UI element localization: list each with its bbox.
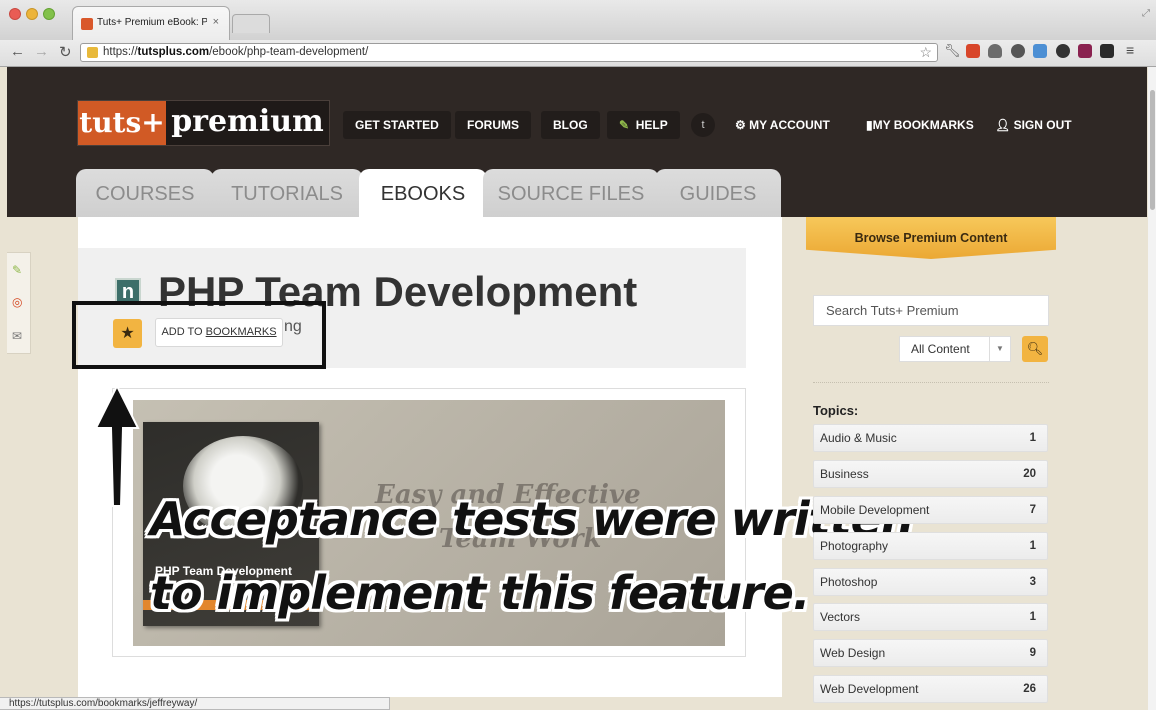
browser-titlebar: Tuts+ Premium eBook: PHP × ⤢	[0, 0, 1156, 41]
tab-close-icon[interactable]: ×	[213, 16, 219, 28]
browser-toolbar: ← → ↻ https://tutsplus.com/ebook/php-tea…	[0, 40, 1156, 67]
topic-label: Vectors	[820, 610, 861, 624]
topics-heading: Topics:	[813, 403, 859, 418]
tab-tutorials[interactable]: TUTORIALS	[211, 169, 363, 217]
back-icon[interactable]: ←	[10, 43, 25, 60]
topic-count: 3	[1029, 576, 1036, 588]
wrench-icon[interactable]: 🔧︎	[944, 43, 961, 58]
scrollbar-thumb[interactable]	[1150, 90, 1155, 210]
extension-s-icon[interactable]	[1100, 44, 1114, 58]
fullscreen-icon[interactable]: ⤢	[1142, 8, 1150, 19]
extension-gear-icon[interactable]	[1011, 44, 1025, 58]
tab-source-files[interactable]: SOURCE FILES	[483, 169, 659, 217]
nav-help-label: HELP	[635, 118, 668, 132]
main-content: n PHP Team Development ★ ADD TO BOOKMARK…	[78, 217, 782, 697]
pocket-icon[interactable]	[988, 44, 1002, 58]
site-logo[interactable]: tuts+ premium	[77, 100, 330, 146]
topic-label: Photoshop	[820, 575, 878, 589]
extension-circle-icon[interactable]	[1056, 44, 1070, 58]
menu-icon[interactable]: ≡	[1126, 42, 1140, 58]
topic-count: 9	[1029, 647, 1036, 659]
user-icon: 👤︎	[995, 118, 1011, 132]
topic-count: 7	[1029, 504, 1036, 516]
search-input[interactable]: Search Tuts+ Premium	[813, 295, 1049, 326]
topic-photoshop[interactable]: Photoshop 3	[813, 568, 1048, 596]
topic-count: 1	[1029, 540, 1036, 552]
topic-label: Photography	[820, 539, 889, 553]
topic-web-design[interactable]: Web Design 9	[813, 639, 1048, 667]
nav-my-bookmarks[interactable]: ▮MY BOOKMARKS	[866, 111, 974, 139]
topic-web-development[interactable]: Web Development 26	[813, 675, 1048, 703]
topic-vectors[interactable]: Vectors 1	[813, 603, 1048, 631]
logo-premium: premium	[166, 101, 329, 145]
extension-k-icon[interactable]	[966, 44, 980, 58]
twitter-icon[interactable]: t	[691, 113, 715, 137]
tab-courses[interactable]: COURSES	[76, 169, 214, 217]
lifebuoy-icon[interactable]: ◎	[12, 295, 22, 309]
browse-premium-button[interactable]: Browse Premium Content	[806, 217, 1056, 259]
bookmark-star-icon[interactable]: ☆	[919, 44, 932, 61]
annotation-caption-line1: Acceptance tests were written	[150, 492, 914, 546]
nav-my-account-label: MY ACCOUNT	[749, 118, 830, 132]
search-icon: 🔍︎	[1026, 341, 1044, 356]
url-text: https://tutsplus.com/ebook/php-team-deve…	[103, 46, 369, 58]
nav-get-started[interactable]: GET STARTED	[343, 111, 451, 139]
window-minimize-button[interactable]	[26, 8, 38, 20]
leaf-icon[interactable]: ✎	[12, 263, 22, 277]
tuts-favicon-icon	[81, 18, 93, 30]
nav-blog[interactable]: BLOG	[541, 111, 600, 139]
nav-my-bookmarks-label: MY BOOKMARKS	[872, 118, 974, 132]
topic-audio-music[interactable]: Audio & Music 1	[813, 424, 1048, 452]
bookmark-icon: ▮	[866, 118, 873, 132]
screen-capture-icon[interactable]	[1033, 44, 1047, 58]
window-zoom-button[interactable]	[43, 8, 55, 20]
status-bar-url: https://tutsplus.com/bookmarks/jeffreywa…	[0, 697, 390, 710]
nav-help[interactable]: ✎ HELP	[607, 111, 680, 139]
chevron-down-icon: ▼	[989, 337, 1010, 361]
content-filter-value: All Content	[911, 342, 970, 356]
reload-icon[interactable]: ↻	[59, 43, 72, 61]
megaphone-icon[interactable]: ✉	[12, 329, 22, 343]
extension-red-icon[interactable]	[1078, 44, 1092, 58]
topic-label: Mobile Development	[820, 503, 930, 517]
nav-sign-out[interactable]: 👤︎ SIGN OUT	[995, 111, 1072, 139]
topic-mobile-development[interactable]: Mobile Development 7	[813, 496, 1048, 524]
annotation-highlight-box	[72, 301, 326, 369]
window-close-button[interactable]	[9, 8, 21, 20]
topic-label: Web Development	[820, 682, 919, 696]
content-filter-select[interactable]: All Content ▼	[899, 336, 1011, 362]
lock-icon	[87, 47, 98, 58]
annotation-arrow-icon	[94, 384, 140, 507]
topic-count: 1	[1029, 432, 1036, 444]
logo-tuts: tuts+	[78, 101, 166, 145]
topic-count: 1	[1029, 611, 1036, 623]
nav-sign-out-label: SIGN OUT	[1013, 118, 1072, 132]
topic-label: Web Design	[820, 646, 886, 660]
topic-count: 26	[1023, 683, 1036, 695]
topic-label: Business	[820, 467, 869, 481]
site-header: tuts+ premium GET STARTED FORUMS BLOG ✎ …	[7, 67, 1147, 217]
topic-business[interactable]: Business 20	[813, 460, 1048, 488]
forward-icon[interactable]: →	[34, 43, 49, 60]
feedback-sidebar: ✎ ◎ ✉	[7, 252, 31, 354]
address-bar[interactable]: https://tutsplus.com/ebook/php-team-deve…	[80, 43, 938, 62]
leaf-icon: ✎	[619, 118, 630, 132]
search-button[interactable]: 🔍︎	[1022, 336, 1048, 362]
gear-icon: ⚙	[735, 118, 746, 132]
nav-forums[interactable]: FORUMS	[455, 111, 531, 139]
tab-ebooks[interactable]: EBOOKS	[359, 169, 487, 217]
tab-guides[interactable]: GUIDES	[655, 169, 781, 217]
topic-count: 20	[1023, 468, 1036, 480]
topic-label: Audio & Music	[820, 431, 897, 445]
sidebar-divider	[813, 382, 1049, 383]
browser-tab[interactable]: Tuts+ Premium eBook: PHP ×	[72, 6, 230, 40]
browser-tab-title: Tuts+ Premium eBook: PHP	[97, 17, 207, 28]
annotation-caption-line2: to implement this feature.	[150, 566, 810, 620]
new-tab-button[interactable]	[232, 14, 270, 33]
topic-photography[interactable]: Photography 1	[813, 532, 1048, 560]
nav-my-account[interactable]: ⚙ MY ACCOUNT	[735, 111, 830, 139]
